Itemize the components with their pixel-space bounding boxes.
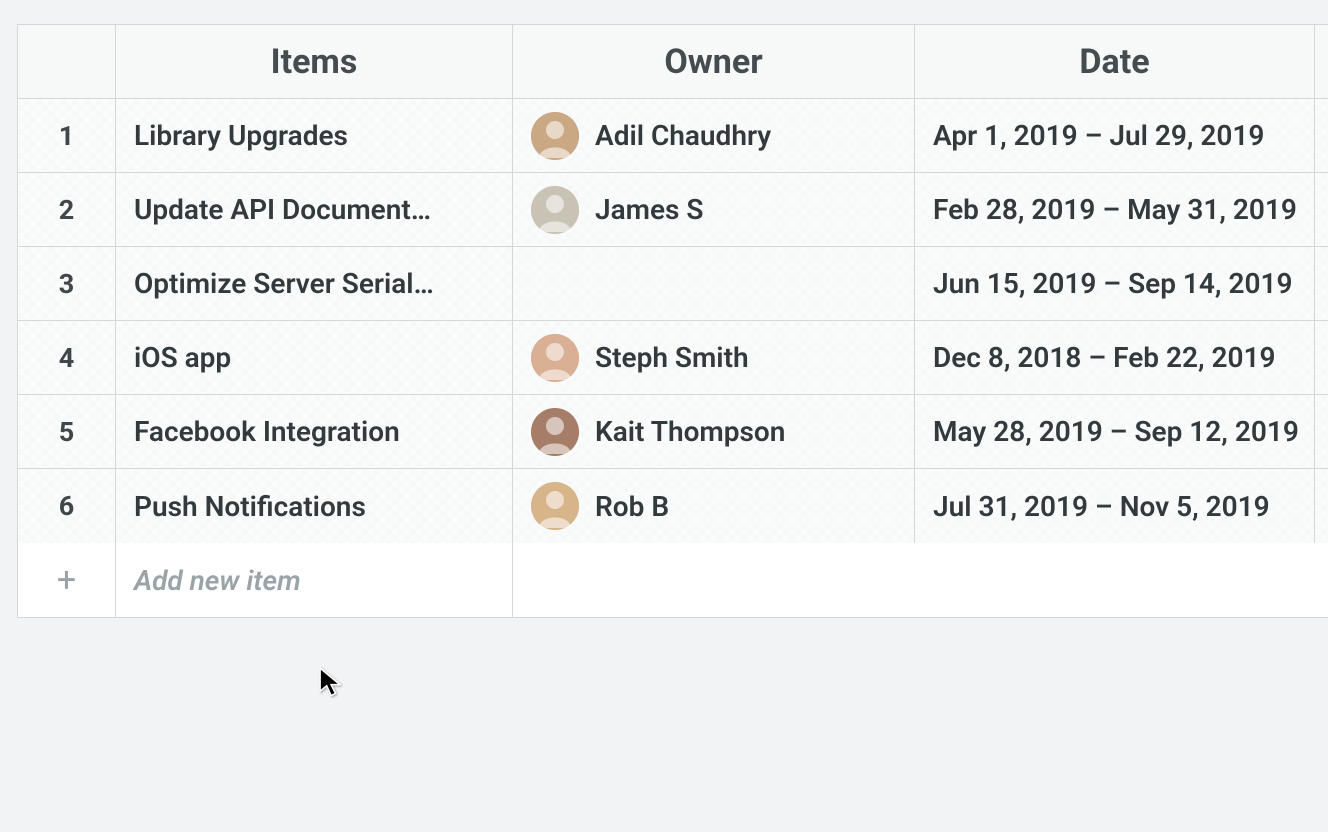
date-cell[interactable]: Feb 28, 2019 – May 31, 2019 [915,173,1315,246]
owner-name: Adil Chaudhry [595,119,771,152]
avatar [531,112,579,160]
avatar [531,408,579,456]
owner-name: Rob B [595,490,669,523]
add-new-item-row[interactable]: + Add new item [18,543,1328,617]
row-number: 4 [18,321,116,394]
owner-cell[interactable]: Adil Chaudhry [513,99,915,172]
table-row[interactable]: 1 Library Upgrades Adil Chaudhry Apr 1, … [18,99,1328,173]
rest-cell [1315,321,1328,394]
add-item-placeholder[interactable]: Add new item [116,543,513,617]
table-row[interactable]: 3 Optimize Server Serial… Jun 15, 2019 –… [18,247,1328,321]
items-table: Items Owner Date 1 Library Upgrades Adil… [17,24,1328,618]
table-row[interactable]: 2 Update API Document… James S Feb 28, 2… [18,173,1328,247]
header-rest [1315,25,1328,98]
owner-cell[interactable]: Kait Thompson [513,395,915,468]
date-cell[interactable]: Jun 15, 2019 – Sep 14, 2019 [915,247,1315,320]
rest-cell [1315,247,1328,320]
row-number: 1 [18,99,116,172]
owner-name: James S [595,193,703,226]
add-item-rest [513,543,1328,617]
owner-cell[interactable]: Rob B [513,469,915,543]
table-row[interactable]: 5 Facebook Integration Kait Thompson May… [18,395,1328,469]
item-cell[interactable]: Optimize Server Serial… [116,247,513,320]
header-date[interactable]: Date [915,25,1315,98]
row-number: 3 [18,247,116,320]
date-cell[interactable]: Dec 8, 2018 – Feb 22, 2019 [915,321,1315,394]
header-owner[interactable]: Owner [513,25,915,98]
avatar [531,186,579,234]
item-cell[interactable]: Library Upgrades [116,99,513,172]
table-header-row: Items Owner Date [18,25,1328,99]
owner-cell[interactable] [513,247,915,320]
row-number: 5 [18,395,116,468]
item-cell[interactable]: Facebook Integration [116,395,513,468]
row-number: 2 [18,173,116,246]
add-item-plus-cell[interactable]: + [18,543,116,617]
item-cell[interactable]: Update API Document… [116,173,513,246]
owner-cell[interactable]: Steph Smith [513,321,915,394]
date-cell[interactable]: Jul 31, 2019 – Nov 5, 2019 [915,469,1315,543]
owner-name: Steph Smith [595,341,749,374]
plus-icon: + [57,560,76,600]
avatar [531,482,579,530]
item-cell[interactable]: Push Notifications [116,469,513,543]
header-items[interactable]: Items [116,25,513,98]
rest-cell [1315,469,1328,543]
date-cell[interactable]: May 28, 2019 – Sep 12, 2019 [915,395,1315,468]
rest-cell [1315,99,1328,172]
header-row-number [18,25,116,98]
avatar [531,334,579,382]
table-row[interactable]: 6 Push Notifications Rob B Jul 31, 2019 … [18,469,1328,543]
row-number: 6 [18,469,116,543]
date-cell[interactable]: Apr 1, 2019 – Jul 29, 2019 [915,99,1315,172]
owner-name: Kait Thompson [595,415,785,448]
item-cell[interactable]: iOS app [116,321,513,394]
mouse-cursor-icon [319,667,341,697]
owner-cell[interactable]: James S [513,173,915,246]
rest-cell [1315,395,1328,468]
rest-cell [1315,173,1328,246]
table-row[interactable]: 4 iOS app Steph Smith Dec 8, 2018 – Feb … [18,321,1328,395]
